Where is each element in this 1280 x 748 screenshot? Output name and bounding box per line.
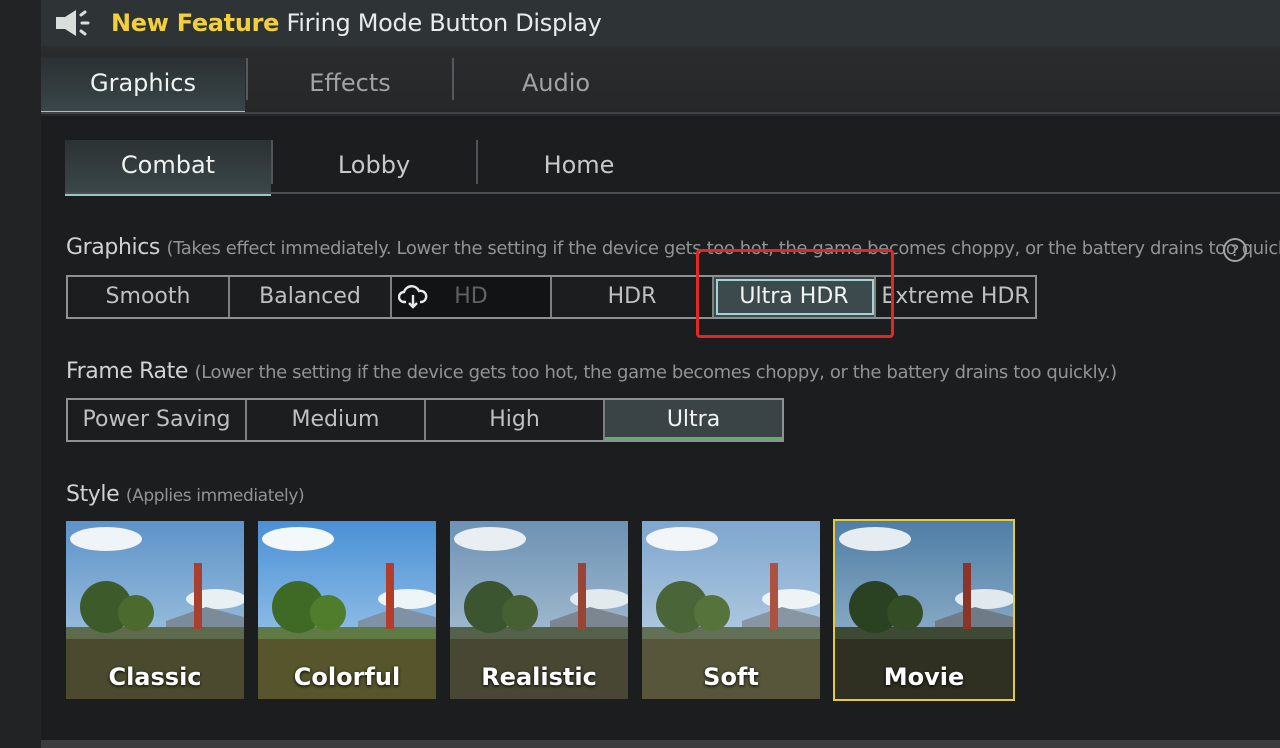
tab-graphics[interactable]: Graphics [41, 58, 245, 114]
left-edge-panel [0, 0, 41, 748]
style-note: (Applies immediately) [125, 486, 305, 506]
frame-rate-option-medium[interactable]: Medium [247, 400, 426, 440]
bottom-edge-panel [41, 740, 1280, 748]
style-section-label: Style (Applies immediately) [66, 482, 305, 507]
style-card-classic[interactable]: Classic [66, 521, 244, 699]
subtabs-underline [65, 192, 1280, 194]
frame-rate-selector: Power Saving Medium High Ultra [66, 398, 784, 442]
help-icon[interactable]: ? [1222, 237, 1248, 263]
style-label: Style [66, 482, 120, 507]
subtab-lobby[interactable]: Lobby [271, 140, 477, 194]
graphics-option-hdr[interactable]: HDR [552, 277, 714, 317]
style-name-realistic: Realistic [481, 663, 597, 691]
graphics-option-hd[interactable]: HD [392, 277, 552, 317]
style-card-soft[interactable]: Soft [642, 521, 820, 699]
graphics-label: Graphics [66, 235, 160, 260]
subtab-home[interactable]: Home [476, 140, 682, 194]
sub-tabs: Combat Lobby Home [65, 136, 1280, 196]
frame-rate-option-ultra[interactable]: Ultra [605, 400, 782, 440]
speaker-icon [56, 10, 90, 36]
tab-effects[interactable]: Effects [248, 58, 452, 112]
main-tabs: Graphics Effects Audio [41, 46, 1280, 116]
style-name-movie: Movie [883, 663, 965, 691]
annotation-highlight-box [696, 249, 894, 338]
style-name-colorful: Colorful [293, 663, 401, 691]
hd-label: HD [454, 284, 488, 309]
style-name-soft: Soft [703, 663, 759, 691]
graphics-option-smooth[interactable]: Smooth [68, 277, 230, 317]
frame-rate-option-power-saving[interactable]: Power Saving [68, 400, 247, 440]
subtab-combat[interactable]: Combat [65, 140, 271, 196]
banner-title: Firing Mode Button Display [286, 9, 602, 37]
style-card-colorful[interactable]: Colorful [258, 521, 436, 699]
graphics-option-extreme-hdr[interactable]: Extreme HDR [876, 277, 1035, 317]
feature-banner[interactable]: New Feature Firing Mode Button Display [41, 0, 1280, 46]
tab-audio[interactable]: Audio [454, 58, 658, 112]
frame-rate-option-high[interactable]: High [426, 400, 605, 440]
cloud-download-icon [398, 285, 428, 309]
frame-rate-section-label: Frame Rate (Lower the setting if the dev… [66, 359, 1117, 384]
tabs-underline [41, 112, 1280, 114]
frame-rate-label: Frame Rate [66, 359, 188, 384]
graphics-option-balanced[interactable]: Balanced [230, 277, 392, 317]
graphics-section-label: Graphics (Takes effect immediately. Lowe… [66, 235, 1280, 260]
style-card-realistic[interactable]: Realistic [450, 521, 628, 699]
frame-rate-note: (Lower the setting if the device gets to… [194, 362, 1118, 383]
style-name-classic: Classic [108, 663, 202, 691]
new-feature-label: New Feature [111, 9, 280, 37]
style-card-movie[interactable]: Movie [833, 519, 1015, 701]
svg-text:?: ? [1231, 241, 1240, 260]
banner-text: New Feature Firing Mode Button Display [111, 7, 602, 39]
